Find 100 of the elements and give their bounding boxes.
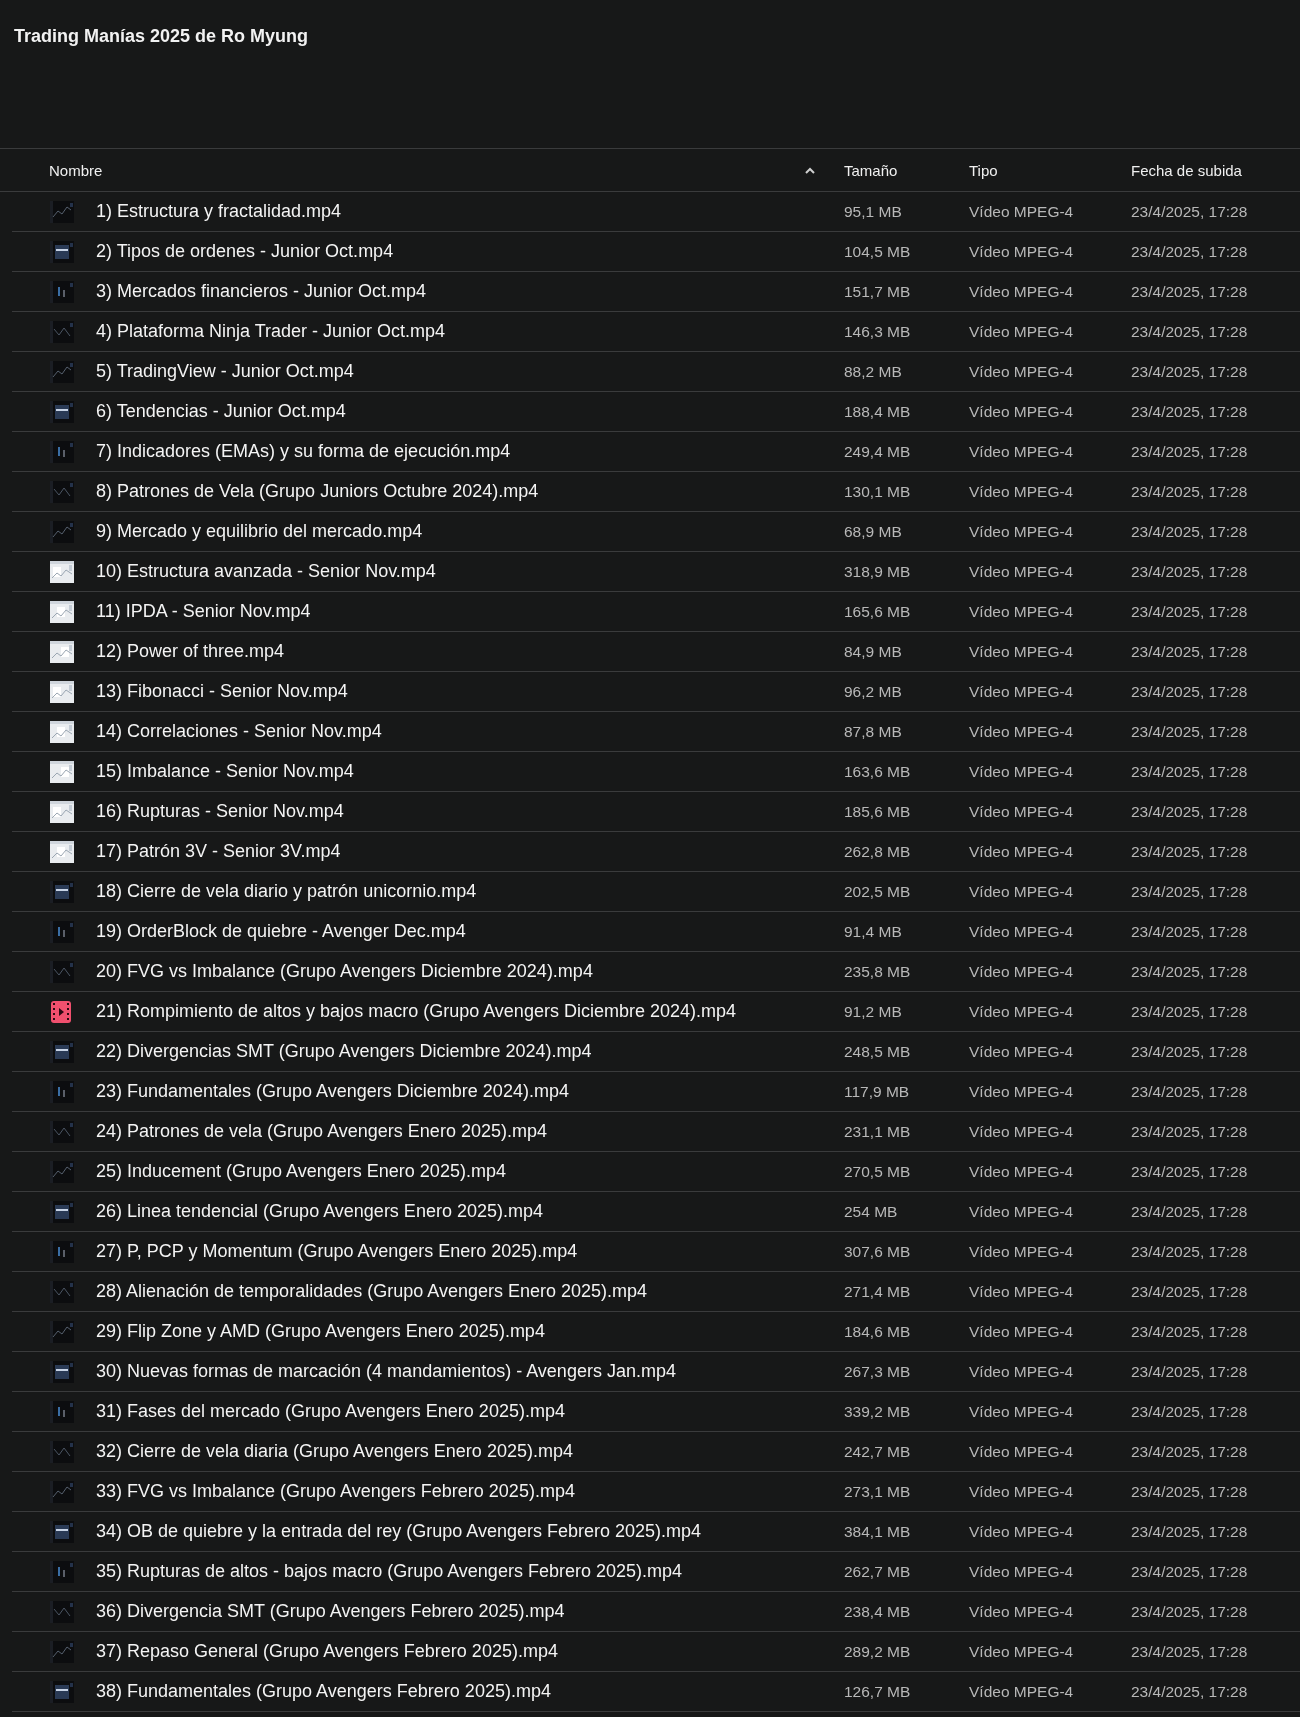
file-name[interactable]: 5) TradingView - Junior Oct.mp4 (96, 361, 354, 381)
file-name[interactable]: 20) FVG vs Imbalance (Grupo Avengers Diciembre 2024).mp4 (96, 961, 593, 981)
upload-date: 23/4/2025, 17:28 (1131, 602, 1248, 620)
file-name[interactable]: 35) Rupturas de altos - bajos macro (Grupo Avengers Febrero 2025).mp4 (96, 1561, 682, 1581)
file-size: 165,6 MB (844, 602, 911, 620)
file-name[interactable]: 23) Fundamentales (Grupo Avengers Diciembre 2024).mp4 (96, 1081, 569, 1101)
file-name[interactable]: 2) Tipos de ordenes - Junior Oct.mp4 (96, 241, 394, 261)
file-name[interactable]: 36) Divergencia SMT (Grupo Avengers Febrero 2025).mp4 (96, 1601, 565, 1621)
file-name[interactable]: 31) Fases del mercado (Grupo Avengers Enero 2025).mp4 (96, 1401, 565, 1421)
file-name[interactable]: 32) Cierre de vela diaria (Grupo Avengers Enero 2025).mp4 (96, 1441, 573, 1461)
file-type: Vídeo MPEG-4 (969, 442, 1074, 460)
file-name[interactable]: 9) Mercado y equilibrio del mercado.mp4 (96, 521, 423, 541)
file-name[interactable]: 22) Divergencias SMT (Grupo Avengers Diciembre 2024).mp4 (96, 1041, 592, 1061)
file-name[interactable]: 3) Mercados financieros - Junior Oct.mp4 (96, 281, 427, 301)
column-header[interactable]: Fecha de subida (1131, 161, 1242, 179)
file-name[interactable]: 33) FVG vs Imbalance (Grupo Avengers Febrero 2025).mp4 (96, 1481, 575, 1501)
upload-date: 23/4/2025, 17:28 (1131, 1042, 1248, 1060)
file-name[interactable]: 11) IPDA - Senior Nov.mp4 (96, 601, 311, 621)
file-size: 87,8 MB (844, 722, 902, 740)
file-size: 151,7 MB (844, 282, 911, 300)
file-size: 188,4 MB (844, 402, 911, 420)
file-name[interactable]: 13) Fibonacci - Senior Nov.mp4 (96, 681, 348, 701)
file-name[interactable]: 26) Linea tendencial (Grupo Avengers Enero 2025).mp4 (96, 1201, 543, 1221)
upload-date: 23/4/2025, 17:28 (1131, 682, 1248, 700)
file-size: 248,5 MB (844, 1042, 911, 1060)
upload-date: 23/4/2025, 17:28 (1131, 922, 1248, 940)
file-name[interactable]: 7) Indicadores (EMAs) y su forma de ejecución.mp4 (96, 441, 511, 461)
file-name[interactable]: 27) P, PCP y Momentum (Grupo Avengers Enero 2025).mp4 (96, 1241, 578, 1261)
file-name[interactable]: 29) Flip Zone y AMD (Grupo Avengers Enero 2025).mp4 (96, 1321, 545, 1341)
upload-date: 23/4/2025, 17:28 (1131, 522, 1248, 540)
column-header[interactable]: Nombre (49, 161, 103, 179)
file-size: 289,2 MB (844, 1642, 911, 1660)
file-name[interactable]: 18) Cierre de vela diario y patrón unicornio.mp4 (96, 881, 477, 901)
upload-date: 23/4/2025, 17:28 (1131, 402, 1248, 420)
file-name[interactable]: 14) Correlaciones - Senior Nov.mp4 (96, 721, 382, 741)
file-name[interactable]: 1) Estructura y fractalidad.mp4 (96, 201, 342, 221)
file-size: 262,8 MB (844, 842, 911, 860)
upload-date: 23/4/2025, 17:28 (1131, 482, 1248, 500)
file-size: 270,5 MB (844, 1162, 911, 1180)
upload-date: 23/4/2025, 17:28 (1131, 1282, 1248, 1300)
file-size: 96,2 MB (844, 682, 902, 700)
file-size: 262,7 MB (844, 1562, 911, 1580)
upload-date: 23/4/2025, 17:28 (1131, 282, 1248, 300)
file-name[interactable]: 24) Patrones de vela (Grupo Avengers Enero 2025).mp4 (96, 1121, 547, 1141)
file-size: 163,6 MB (844, 762, 911, 780)
file-type: Vídeo MPEG-4 (969, 402, 1074, 420)
column-header[interactable]: Tamaño (844, 161, 898, 179)
file-size: 130,1 MB (844, 482, 911, 500)
file-size: 267,3 MB (844, 1362, 911, 1380)
file-type: Vídeo MPEG-4 (969, 722, 1074, 740)
file-name[interactable]: 8) Patrones de Vela (Grupo Juniors Octubre 2024).mp4 (96, 481, 539, 501)
file-size: 88,2 MB (844, 362, 902, 380)
upload-date: 23/4/2025, 17:28 (1131, 1362, 1248, 1380)
file-size: 273,1 MB (844, 1482, 911, 1500)
file-type: Vídeo MPEG-4 (969, 1242, 1074, 1260)
upload-date: 23/4/2025, 17:28 (1131, 1122, 1248, 1140)
file-type: Vídeo MPEG-4 (969, 282, 1074, 300)
file-type: Vídeo MPEG-4 (969, 1042, 1074, 1060)
upload-date: 23/4/2025, 17:28 (1131, 242, 1248, 260)
upload-date: 23/4/2025, 17:28 (1131, 1322, 1248, 1340)
file-name[interactable]: 28) Alienación de temporalidades (Grupo Avengers Enero 2025).mp4 (96, 1281, 647, 1301)
upload-date: 23/4/2025, 17:28 (1131, 1082, 1248, 1100)
file-name[interactable]: 19) OrderBlock de quiebre - Avenger Dec.mp4 (96, 921, 466, 941)
file-type: Vídeo MPEG-4 (969, 1202, 1074, 1220)
file-name[interactable]: 37) Repaso General (Grupo Avengers Febrero 2025).mp4 (96, 1641, 558, 1661)
file-name[interactable]: 12) Power of three.mp4 (96, 641, 285, 661)
file-name[interactable]: 17) Patrón 3V - Senior 3V.mp4 (96, 841, 341, 861)
file-type: Vídeo MPEG-4 (969, 842, 1074, 860)
column-header[interactable]: Tipo (969, 161, 998, 179)
file-name[interactable]: 4) Plataforma Ninja Trader - Junior Oct.mp4 (96, 321, 446, 341)
file-name[interactable]: 38) Fundamentales (Grupo Avengers Febrero 2025).mp4 (96, 1681, 551, 1701)
file-type: Vídeo MPEG-4 (969, 1482, 1074, 1500)
file-name[interactable]: 30) Nuevas formas de marcación (4 mandamientos) - Avengers Jan.mp4 (96, 1361, 676, 1381)
file-size: 117,9 MB (844, 1082, 910, 1100)
upload-date: 23/4/2025, 17:28 (1131, 562, 1248, 580)
upload-date: 23/4/2025, 17:28 (1131, 1522, 1248, 1540)
file-size: 271,4 MB (844, 1282, 911, 1300)
file-type: Vídeo MPEG-4 (969, 962, 1074, 980)
file-name[interactable]: 25) Inducement (Grupo Avengers Enero 2025).mp4 (96, 1161, 506, 1181)
file-size: 104,5 MB (844, 242, 911, 260)
file-name[interactable]: 21) Rompimiento de altos y bajos macro (Grupo Avengers Diciembre 2024).mp4 (96, 1001, 736, 1021)
file-type: Vídeo MPEG-4 (969, 1442, 1074, 1460)
file-size: 254 MB (844, 1202, 898, 1220)
file-size: 307,6 MB (844, 1242, 911, 1260)
file-size: 242,7 MB (844, 1442, 911, 1460)
file-type: Vídeo MPEG-4 (969, 1282, 1074, 1300)
file-size: 84,9 MB (844, 642, 902, 660)
file-size: 68,9 MB (844, 522, 902, 540)
file-name[interactable]: 34) OB de quiebre y la entrada del rey (Grupo Avengers Febrero 2025).mp4 (96, 1521, 701, 1541)
upload-date: 23/4/2025, 17:28 (1131, 882, 1248, 900)
upload-date: 23/4/2025, 17:28 (1131, 1242, 1248, 1260)
file-name[interactable]: 6) Tendencias - Junior Oct.mp4 (96, 401, 346, 421)
file-name[interactable]: 16) Rupturas - Senior Nov.mp4 (96, 801, 344, 821)
file-type: Vídeo MPEG-4 (969, 1642, 1074, 1660)
sort-caret-icon[interactable] (805, 166, 815, 174)
file-type: Vídeo MPEG-4 (969, 242, 1074, 260)
file-name[interactable]: 15) Imbalance - Senior Nov.mp4 (96, 761, 354, 781)
upload-date: 23/4/2025, 17:28 (1131, 322, 1248, 340)
file-name[interactable]: 10) Estructura avanzada - Senior Nov.mp4 (96, 561, 436, 581)
upload-date: 23/4/2025, 17:28 (1131, 1162, 1248, 1180)
